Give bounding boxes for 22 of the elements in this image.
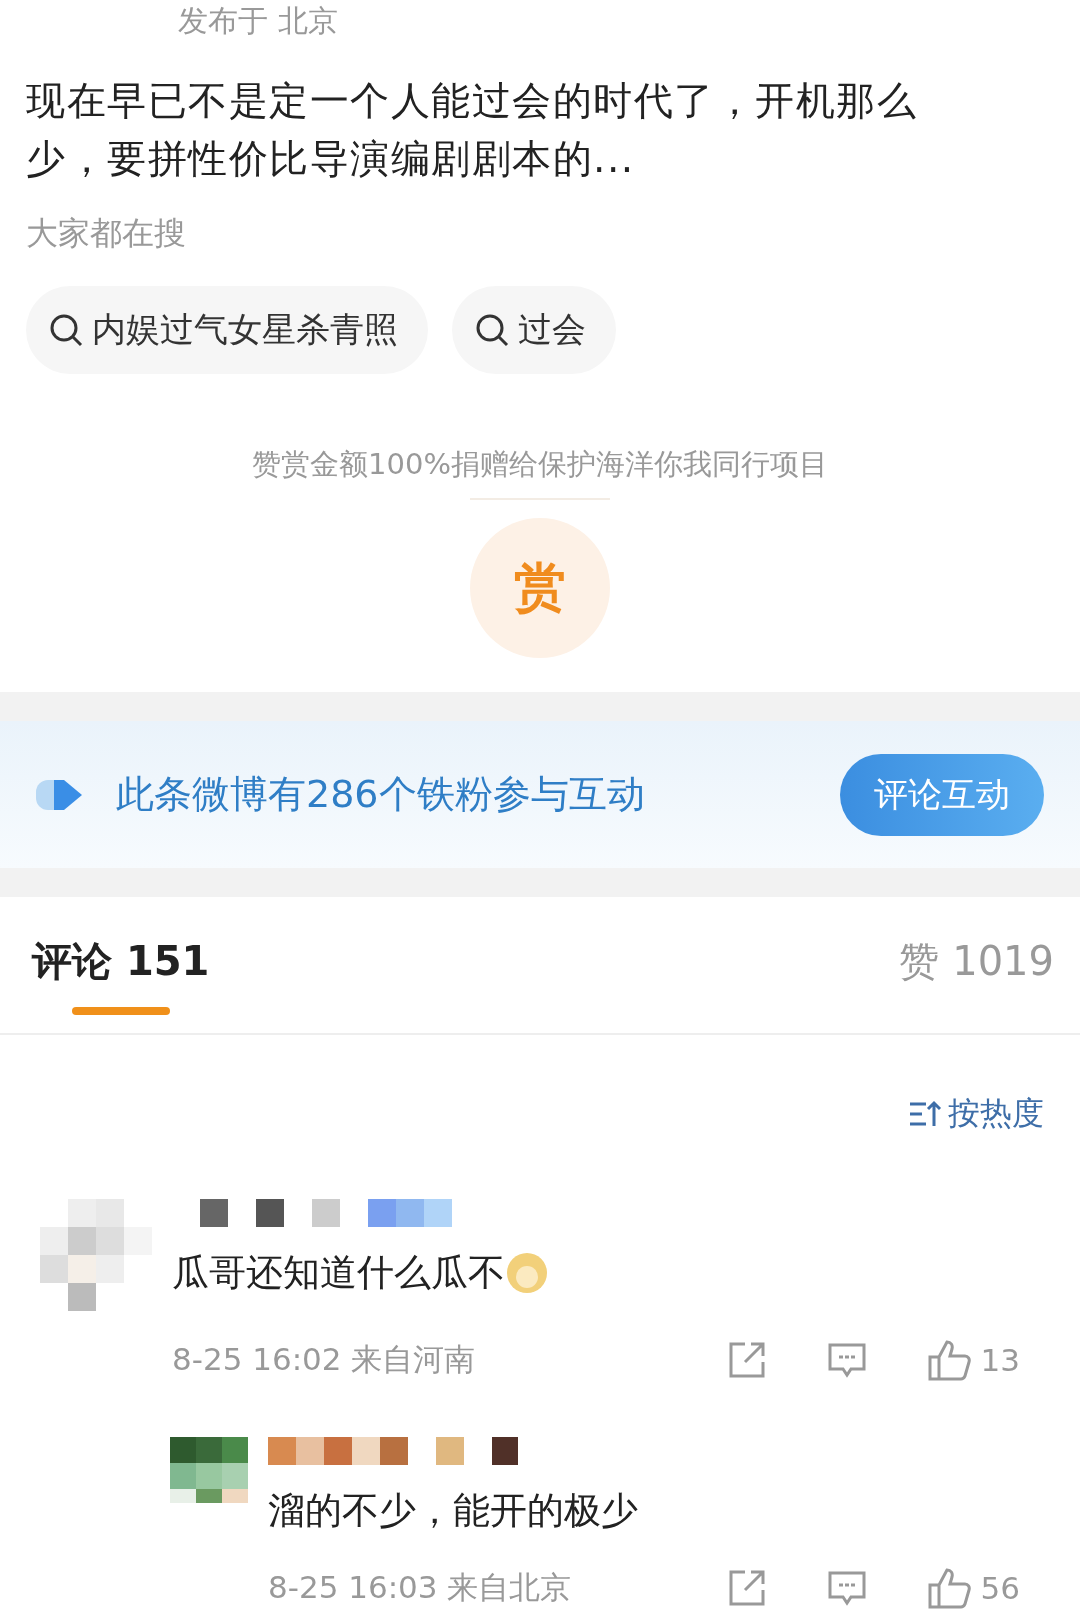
comment-text: 瓜哥还知道什么瓜不	[172, 1247, 1080, 1299]
tab[interactable]: 评论 151	[32, 935, 210, 1016]
comment-meta: 8-25 16:02 来自河南	[172, 1340, 477, 1379]
like-button[interactable]: 56	[926, 1567, 1020, 1609]
post-text: 现在早已不是定一个人能过会的时代了，开机那么少，要拼性价比导演编剧剧本的...	[26, 77, 918, 183]
search-chip[interactable]: 内娱过气女星杀青照	[26, 286, 428, 374]
comment-text: 溜的不少，能开的极少	[268, 1488, 639, 1534]
sort-icon	[908, 1099, 942, 1129]
like-button[interactable]: 13	[926, 1339, 1020, 1381]
comment-interact-button[interactable]: 评论互动	[840, 753, 1044, 836]
search-icon	[474, 312, 510, 348]
fans-banner-text: 此条微博有286个铁粉参与互动	[116, 771, 646, 819]
reward-note: 赞赏金额100%捐赠给保护海洋你我同行项目	[252, 446, 828, 483]
post-location: 发布于 北京	[177, 2, 339, 40]
search-icon	[48, 312, 84, 348]
comment-meta: 8-25 16:03 来自北京	[268, 1568, 573, 1607]
sort-button[interactable]: 按热度	[902, 1091, 1050, 1137]
tab[interactable]: 赞 1019	[899, 935, 1054, 988]
emoji-icon	[505, 1251, 549, 1295]
section-title: 大家都在搜	[26, 213, 187, 254]
reward-button[interactable]: 赏	[470, 518, 610, 658]
search-chip[interactable]: 过会	[452, 286, 616, 374]
